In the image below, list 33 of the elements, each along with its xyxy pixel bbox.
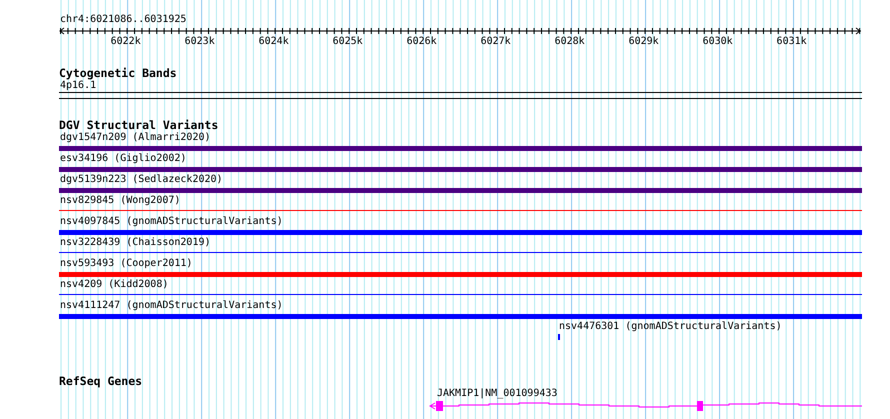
variant-label: nsv4209 (Kidd2008) [59,279,168,291]
tick-label: 6027k [480,36,511,48]
tick-label: 6031k [776,36,807,48]
variant-bar[interactable] [59,272,862,277]
variant-label: nsv4111247 (gnomADStructuralVariants) [59,300,283,312]
gene-label: JAKMIP1|NM_001099433 [437,388,558,400]
variant-label: nsv3228439 (Chaisson2019) [59,237,211,249]
band-label: 4p16.1 [59,80,96,92]
variant-label: dgv1547n209 (Almarri2020) [59,132,211,144]
variant-bar[interactable] [59,188,862,193]
tick-label: 6028k [554,36,585,48]
tick-label: 6023k [184,36,215,48]
variant-label: nsv593493 (Cooper2011) [59,258,192,270]
variant-label: nsv4097845 (gnomADStructuralVariants) [59,216,283,228]
tick-label: 6029k [628,36,659,48]
track-title: Cytogenetic Bands [59,67,177,80]
variant-bar[interactable] [59,230,862,235]
variant-bar[interactable] [59,314,862,319]
variant-bar[interactable] [59,167,862,172]
track-title: DGV Structural Variants [59,119,218,132]
variant-label: esv34196 (Giglio2002) [59,153,186,165]
variant-label: nsv829845 (Wong2007) [59,195,180,207]
location-label: chr4:6021086..6031925 [59,14,186,26]
variant-bar[interactable] [59,146,862,151]
variant-label: dgv5139n223 (Sedlazeck2020) [59,174,223,186]
tick-label: 6025k [332,36,363,48]
gene-model-drawing[interactable] [429,400,863,412]
tick-label: 6024k [258,36,289,48]
track-title: RefSeq Genes [59,375,142,388]
variant-label: nsv4476301 (gnomADStructuralVariants) [558,321,782,333]
tick-label: 6030k [702,36,733,48]
tick-label: 6022k [110,36,141,48]
tick-label: 6026k [406,36,437,48]
